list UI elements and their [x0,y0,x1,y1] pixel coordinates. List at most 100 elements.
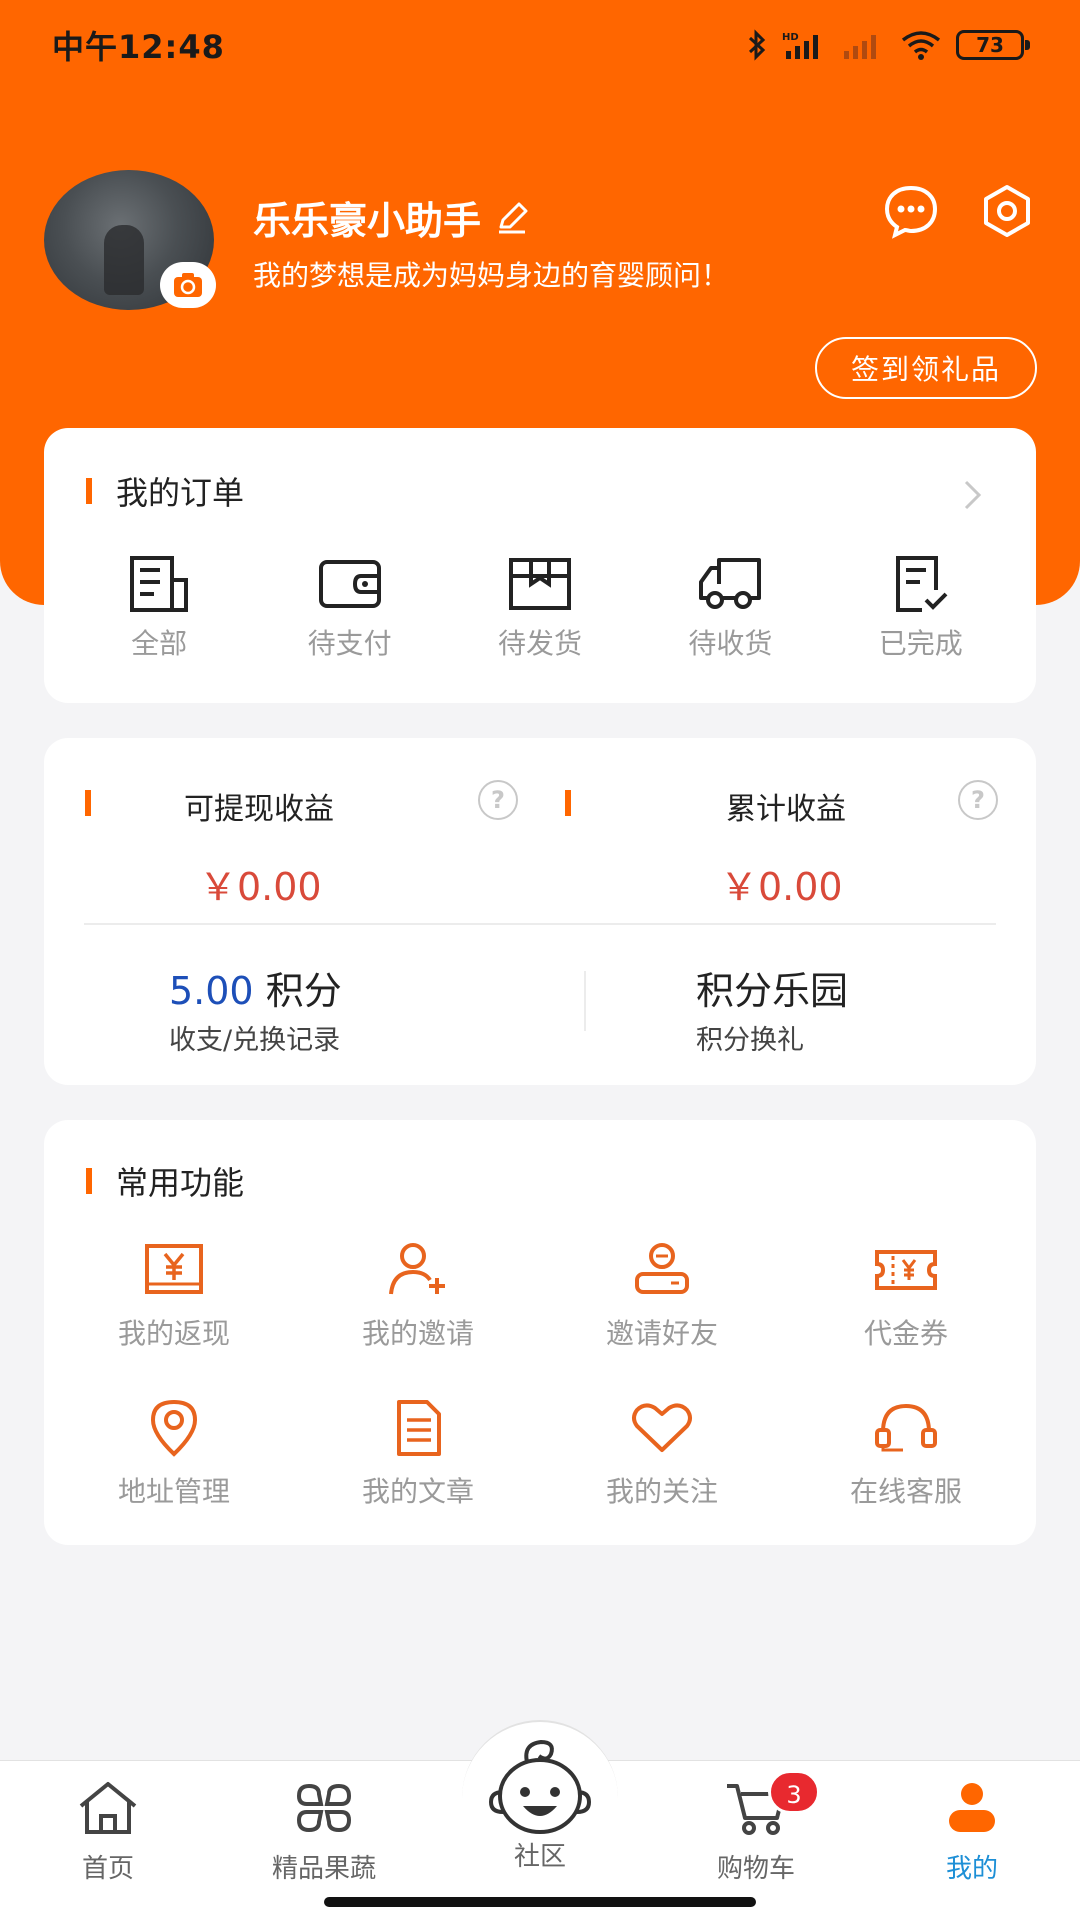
order-pending-shipment[interactable]: 待发货 [455,554,625,662]
function-invite-friends[interactable]: 邀请好友 [548,1240,776,1352]
wifi-icon [901,31,941,60]
function-label: 地址管理 [117,1475,230,1508]
earnings-card: 可提现收益 ? ￥0.00 累计收益 ? ￥0.00 5.00 积分 收支/兑换… [44,738,1036,1085]
function-address[interactable]: 地址管理 [60,1398,288,1510]
order-label: 待支付 [307,627,392,660]
tab-label: 精品果蔬 [271,1854,376,1884]
function-label: 我的关注 [605,1475,718,1508]
functions-header: 常用功能 [86,1158,244,1204]
cashback-icon [145,1244,203,1294]
functions-title: 常用功能 [116,1164,245,1202]
invite-friend-icon [635,1243,689,1294]
orders-grid: 全部 待支付 待发货 待收货 已完成 [44,554,1036,662]
order-label: 待发货 [497,627,582,660]
coupon-icon [875,1250,937,1290]
settings-icon[interactable] [978,182,1036,240]
function-my-invites[interactable]: 我的邀请 [304,1240,532,1352]
function-cashback[interactable]: 我的返现 [60,1240,288,1352]
order-all-icon [130,556,189,612]
profile-bio: 我的梦想是成为妈妈身边的育婴顾问！ [253,259,730,292]
status-time: 中午12:48 [52,28,225,66]
package-icon [508,558,571,610]
checkin-button[interactable]: 签到领礼品 [815,337,1037,399]
points-park-title: 积分乐园 [696,969,849,1013]
function-articles[interactable]: 我的文章 [304,1398,532,1510]
home-indicator[interactable] [324,1897,756,1907]
points-value: 5.00 [169,969,254,1013]
chevron-right-icon[interactable] [962,478,984,512]
heart-icon [632,1403,692,1452]
function-label: 我的返现 [117,1317,230,1350]
help-icon[interactable]: ? [958,780,998,820]
location-icon [150,1399,198,1457]
withdrawable-earnings[interactable]: 可提现收益 ? ￥0.00 [44,774,540,924]
orders-card: 我的订单 全部 待支付 待发货 待收货 已完成 [44,428,1036,703]
bluetooth-icon [748,29,766,61]
order-pending-receipt[interactable]: 待收货 [645,554,815,662]
tab-cart[interactable]: 购物车 [648,1778,864,1885]
user-icon [949,1783,995,1832]
total-earnings[interactable]: 累计收益 ? ￥0.00 [524,774,1020,924]
divider [584,971,586,1031]
function-label: 在线客服 [849,1475,962,1508]
accent-bar [86,1168,92,1194]
functions-grid: 我的返现 我的邀请 邀请好友 代金券 地址管理 我的文章 我的关注 在线客服 [44,1240,1036,1510]
accent-bar [565,790,571,816]
cart-count-badge: 3 [768,1770,820,1814]
accent-bar [86,478,92,504]
truck-icon [699,558,762,609]
total-amount: ￥0.00 [720,865,843,909]
accent-bar [85,790,91,816]
function-label: 我的文章 [361,1475,474,1508]
battery-icon: 73 [956,30,1030,60]
order-label: 已完成 [878,627,963,660]
baby-face-icon [488,1739,592,1834]
invite-user-icon [389,1243,445,1295]
signal-icon [844,35,876,59]
home-icon [79,1782,137,1834]
message-icon[interactable] [882,182,940,240]
camera-icon[interactable] [160,262,216,308]
tab-community[interactable]: 社区 [432,1736,648,1873]
tab-home[interactable]: 首页 [0,1778,216,1885]
total-title: 累计收益 [726,792,846,827]
wallet-icon [318,560,381,608]
avatar-photo-detail [104,225,144,295]
edit-icon[interactable] [495,200,531,236]
tab-fruits-vegetables[interactable]: 精品果蔬 [216,1778,432,1885]
grid-icon [296,1783,352,1833]
order-label: 全部 [131,627,188,660]
withdrawable-title: 可提现收益 [184,792,334,827]
points-park-sub: 积分换礼 [696,1025,804,1056]
headset-icon [875,1403,937,1452]
svg-text:HD: HD [782,32,799,43]
tab-label: 购物车 [716,1854,795,1884]
order-completed[interactable]: 已完成 [836,554,1006,662]
function-coupons[interactable]: 代金券 [792,1240,1020,1352]
order-label: 待收货 [688,627,773,660]
orders-title: 我的订单 [116,474,245,512]
status-icons: HD 73 [746,29,1030,61]
function-customer-service[interactable]: 在线客服 [792,1398,1020,1510]
profile-name-row[interactable]: 乐乐豪小助手 [253,190,531,245]
help-icon[interactable]: ? [478,780,518,820]
orders-header[interactable]: 我的订单 [86,468,244,514]
points-records-link: 收支/兑换记录 [169,1025,341,1056]
order-pending-payment[interactable]: 待支付 [265,554,435,662]
function-label: 代金券 [863,1317,948,1350]
tab-label: 社区 [513,1842,566,1872]
withdrawable-amount: ￥0.00 [199,865,322,909]
profile-name: 乐乐豪小助手 [253,199,482,243]
hd-signal-icon: HD [782,32,818,59]
points-unit: 积分 [265,969,342,1013]
order-all[interactable]: 全部 [74,554,244,662]
function-label: 邀请好友 [605,1317,718,1350]
article-icon [397,1400,441,1456]
tab-mine[interactable]: 我的 [864,1778,1080,1885]
points-value-row: 5.00 积分 [169,960,342,1015]
tab-label: 我的 [945,1854,998,1884]
function-label: 我的邀请 [361,1317,474,1350]
function-follows[interactable]: 我的关注 [548,1398,776,1510]
status-bar: 中午12:48 HD 73 [0,0,1080,90]
tab-label: 首页 [81,1854,134,1884]
